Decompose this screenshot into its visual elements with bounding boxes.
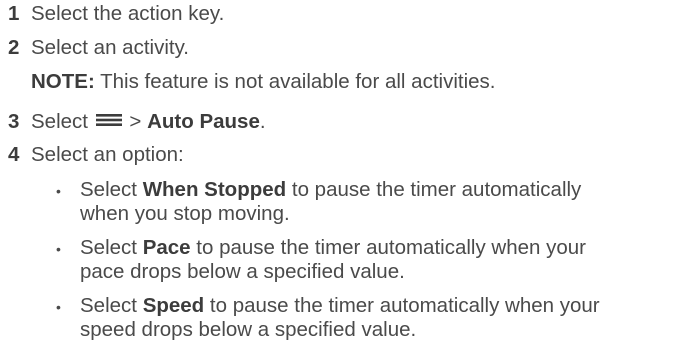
step-suffix: . [259, 110, 266, 133]
option-item: Select Pace to pause the timer automatic… [80, 236, 586, 259]
step-number: 2 [8, 36, 20, 59]
step-text: Select > Auto Pause. [31, 110, 266, 134]
step-text: Select an activity. [31, 36, 189, 59]
option-item: Select When Stopped to pause the timer a… [80, 178, 582, 201]
instructions-page: 1 Select the action key. 2 Select an act… [0, 0, 681, 356]
option-continuation: pace drops below a specified value. [80, 260, 405, 283]
step-separator: > [129, 110, 142, 133]
step-number: 4 [8, 143, 20, 166]
note: NOTE: This feature is not available for … [31, 70, 496, 94]
step-text: Select the action key. [31, 2, 225, 25]
step-prefix: Select [31, 110, 88, 133]
option-continuation: speed drops below a specified value. [80, 318, 417, 341]
bullet-icon: • [56, 241, 61, 257]
option-continuation: when you stop moving. [80, 202, 290, 225]
step-text: Select an option: [31, 143, 184, 166]
menu-icon [95, 114, 122, 126]
note-text: This feature is not available for all ac… [100, 70, 496, 93]
step-number: 1 [8, 2, 20, 25]
option-item: Select Speed to pause the timer automati… [80, 294, 600, 317]
auto-pause-label: Auto Pause [147, 110, 260, 133]
step-number: 3 [8, 110, 20, 133]
option-name: Pace [142, 236, 191, 259]
bullet-icon: • [56, 183, 61, 199]
bullet-icon: • [56, 299, 61, 315]
option-name: Speed [142, 294, 205, 317]
option-name: When Stopped [142, 178, 287, 201]
note-label: NOTE: [31, 70, 95, 93]
